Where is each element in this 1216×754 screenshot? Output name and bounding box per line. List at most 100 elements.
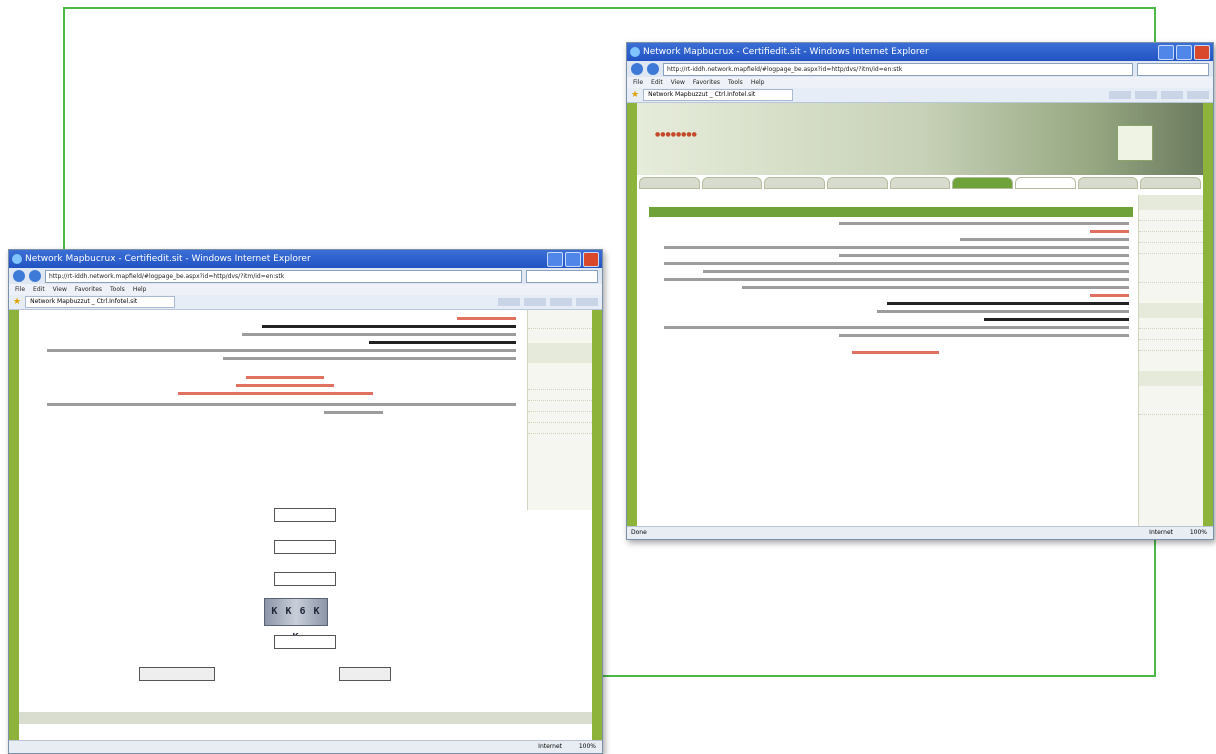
status-bar: Internet 100% [9, 740, 602, 753]
field-label [410, 512, 412, 519]
print-icon[interactable] [1135, 91, 1157, 99]
home-icon[interactable] [498, 298, 520, 306]
sidebar-item[interactable] [528, 423, 592, 434]
menu-tools[interactable]: Tools [728, 77, 743, 88]
browser-tab[interactable]: Network Mapbuzzut _ Ctrl.Infotel.sit [643, 89, 794, 101]
menu-help[interactable]: Help [133, 284, 147, 295]
tools-menu[interactable] [1187, 91, 1209, 99]
page-menu[interactable] [1161, 91, 1183, 99]
menu-edit[interactable]: Edit [651, 77, 663, 88]
sidebar-item[interactable] [1139, 210, 1203, 221]
sidebar-item[interactable] [1139, 221, 1203, 232]
sidebar-item[interactable] [528, 412, 592, 423]
title-bar: Network Mapbucrux - Certifiedit.sit - Wi… [627, 43, 1213, 61]
ie-icon [630, 47, 640, 57]
reset-button[interactable] [139, 667, 215, 681]
menu-edit[interactable]: Edit [33, 284, 45, 295]
sidebar-item[interactable] [528, 390, 592, 401]
nav-tab[interactable] [1077, 177, 1139, 189]
sidebar-item[interactable] [528, 363, 592, 390]
star-icon[interactable]: ★ [631, 90, 639, 100]
close-icon[interactable] [583, 252, 599, 267]
nav-tab[interactable] [701, 177, 763, 189]
sidebar-item[interactable] [1139, 232, 1203, 243]
site-sidebar [1138, 195, 1203, 527]
browser-tab[interactable]: Network Mapbuzzut _ Ctrl.Infotel.sit [25, 296, 176, 308]
forward-arrow-icon[interactable] [647, 63, 659, 75]
url-input[interactable]: http://rt-iddh.network.mapfield/#logpage… [663, 62, 1133, 76]
menu-favorites[interactable]: Favorites [693, 77, 720, 88]
submit-button[interactable] [339, 667, 391, 681]
left-green-bar [627, 103, 637, 527]
address-bar: http://rt-iddh.network.mapfield/#logpage… [627, 61, 1213, 77]
right-green-bar [592, 310, 602, 741]
forward-arrow-icon[interactable] [29, 270, 41, 282]
back-arrow-icon[interactable] [13, 270, 25, 282]
nav-tab[interactable] [889, 177, 951, 189]
text-field[interactable] [274, 508, 336, 522]
web-page: ●●●●●●●● [627, 103, 1213, 527]
sidebar-item[interactable] [528, 401, 592, 412]
close-icon[interactable] [1194, 45, 1210, 60]
sidebar-item[interactable] [528, 310, 592, 329]
url-input[interactable]: http://rt-iddh.network.mapfield/#logpage… [45, 269, 522, 283]
home-icon[interactable] [1109, 91, 1131, 99]
address-bar: http://rt-iddh.network.mapfield/#logpage… [9, 268, 602, 284]
favorites-bar: ★ Network Mapbuzzut _ Ctrl.Infotel.sit [9, 295, 602, 310]
menu-tools[interactable]: Tools [110, 284, 125, 295]
nav-tab[interactable] [1140, 177, 1201, 189]
sidebar-item[interactable] [1139, 386, 1203, 415]
menu-help[interactable]: Help [751, 77, 765, 88]
print-icon[interactable] [524, 298, 546, 306]
command-bar [498, 298, 598, 306]
banner-text: ●●●●●●●● [655, 131, 697, 138]
menu-bar: File Edit View Favorites Tools Help [627, 77, 1213, 88]
search-input[interactable] [1137, 62, 1209, 76]
menu-favorites[interactable]: Favorites [75, 284, 102, 295]
text-field[interactable] [274, 572, 336, 586]
star-icon[interactable]: ★ [13, 297, 21, 307]
minimize-icon[interactable] [547, 252, 563, 267]
site-footer [19, 712, 592, 724]
nav-tab[interactable] [826, 177, 888, 189]
nav-tab[interactable] [638, 177, 700, 189]
article-header [649, 207, 1133, 217]
zoom-level[interactable]: 100% [1190, 527, 1207, 539]
sidebar-item[interactable] [1139, 340, 1203, 351]
page-menu[interactable] [550, 298, 572, 306]
title-bar: Network Mapbucrux - Certifiedit.sit - Wi… [9, 250, 602, 268]
status-bar: Done Internet 100% [627, 526, 1213, 539]
sidebar-heading [1139, 371, 1203, 386]
captcha-image: K K 6 K K [264, 598, 328, 643]
sidebar-item[interactable] [1139, 329, 1203, 340]
zoom-level[interactable]: 100% [579, 741, 596, 753]
site-banner: ●●●●●●●● [637, 103, 1203, 175]
site-logo [1117, 125, 1153, 161]
left-green-bar [9, 310, 19, 741]
sidebar-heading [528, 343, 592, 363]
tools-menu[interactable] [576, 298, 598, 306]
web-page: K K 6 K K [9, 310, 602, 741]
nav-tab[interactable] [764, 177, 825, 189]
back-arrow-icon[interactable] [631, 63, 643, 75]
sidebar-item[interactable] [1139, 243, 1203, 254]
sidebar-item[interactable] [1139, 318, 1203, 329]
nav-tab[interactable] [952, 177, 1013, 189]
text-field[interactable] [274, 540, 336, 554]
window-title: Network Mapbucrux - Certifiedit.sit - Wi… [25, 254, 311, 264]
menu-file[interactable]: File [633, 77, 643, 88]
captcha-input[interactable] [274, 635, 336, 649]
menu-view[interactable]: View [671, 77, 685, 88]
site-nav-tabs [638, 177, 1201, 189]
ie-icon [12, 254, 22, 264]
search-input[interactable] [526, 269, 598, 283]
form-row [410, 512, 412, 519]
minimize-icon[interactable] [1158, 45, 1174, 60]
article-content [649, 207, 1133, 359]
sidebar-item[interactable] [1139, 254, 1203, 283]
maximize-icon[interactable] [565, 252, 581, 267]
nav-tab-active[interactable] [1014, 177, 1076, 189]
maximize-icon[interactable] [1176, 45, 1192, 60]
menu-view[interactable]: View [53, 284, 67, 295]
menu-file[interactable]: File [15, 284, 25, 295]
